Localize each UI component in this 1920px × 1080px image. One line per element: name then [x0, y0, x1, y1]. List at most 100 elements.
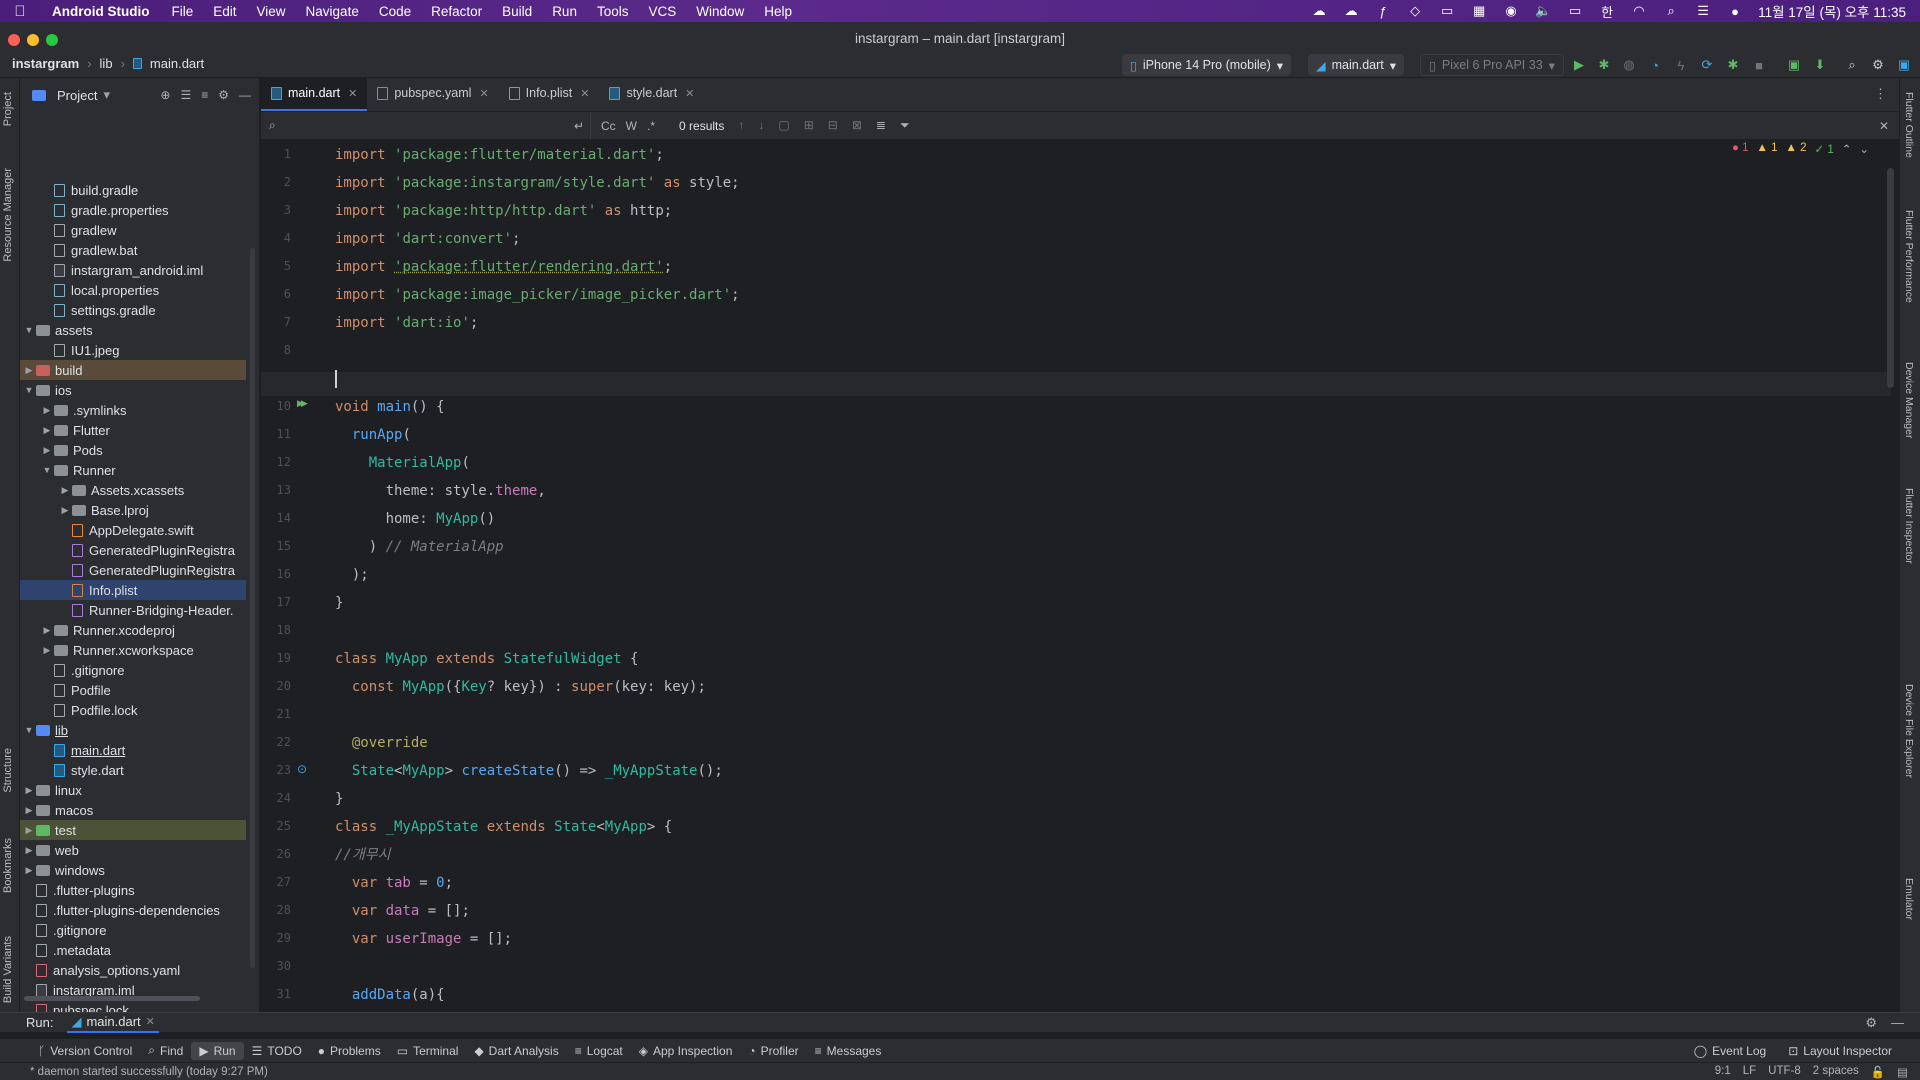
app-menu[interactable]: Android Studio	[40, 4, 161, 19]
tool-window-project[interactable]: Project	[2, 92, 14, 126]
apple-icon[interactable]: 	[0, 3, 40, 20]
debug-icon[interactable]: ✱	[1595, 56, 1613, 74]
editor-tab[interactable]: style.dart ✕	[599, 77, 704, 111]
menu-help[interactable]: Help	[754, 4, 802, 19]
tool-window-device-file-explorer[interactable]: Device File Explorer	[1903, 684, 1915, 778]
tree-item[interactable]: instargram_android.iml	[20, 260, 246, 280]
code-line[interactable]: var userImage = [];	[335, 928, 512, 950]
tree-item[interactable]: ▼ lib	[20, 720, 246, 740]
window-icon[interactable]: ▭	[1438, 3, 1456, 18]
tree-vertical-scrollbar[interactable]	[250, 248, 255, 968]
tool-logcat[interactable]: ≡ Logcat	[567, 1042, 631, 1060]
breadcrumb-folder[interactable]: lib	[100, 56, 113, 71]
coverage-icon[interactable]: ◍	[1620, 56, 1638, 74]
code-line[interactable]: class _MyAppState extends State<MyApp> {	[335, 816, 672, 838]
tool-window-flutter-outline[interactable]: Flutter Outline	[1903, 92, 1915, 158]
remove-occurrence-icon[interactable]: ⊟	[828, 118, 838, 133]
tree-item[interactable]: ▶ build	[20, 360, 246, 380]
code-line[interactable]: var tab = 0;	[335, 872, 453, 894]
more-tabs-icon[interactable]: ⋮	[1874, 86, 1899, 111]
tree-item[interactable]: AppDelegate.swift	[20, 520, 246, 540]
search-icon[interactable]: ⌕	[1662, 3, 1680, 18]
menu-run[interactable]: Run	[542, 4, 587, 19]
gear-icon[interactable]: ⚙	[1865, 1015, 1877, 1031]
tree-item[interactable]: style.dart	[20, 760, 246, 780]
settings-icon[interactable]: ⚙	[1869, 56, 1887, 74]
tool-terminal[interactable]: ▭ Terminal	[389, 1042, 467, 1060]
breadcrumb-file[interactable]: main.dart	[150, 56, 204, 71]
account-icon[interactable]: ▣	[1895, 56, 1913, 74]
tool-dart-analysis[interactable]: ◆ Dart Analysis	[466, 1042, 566, 1060]
lock-icon[interactable]: 🔓	[1871, 1065, 1885, 1079]
device-manager-icon[interactable]: ▣	[1785, 56, 1803, 74]
chevron-up-icon[interactable]: ⌃	[1842, 142, 1852, 156]
close-tab-icon[interactable]: ✕	[580, 87, 589, 100]
chevron-right-icon[interactable]: ▶	[40, 425, 54, 436]
tree-item[interactable]: .metadata	[20, 940, 246, 960]
tree-item[interactable]: ▶ linux	[20, 780, 246, 800]
run-icon[interactable]: ▶	[1570, 56, 1588, 74]
tree-item[interactable]: ▶ .symlinks	[20, 400, 246, 420]
line-separator[interactable]: LF	[1743, 1065, 1756, 1079]
tree-item[interactable]: pubspec.lock	[20, 1000, 246, 1012]
add-occurrence-icon[interactable]: ⊞	[804, 118, 814, 133]
tree-item[interactable]: gradlew.bat	[20, 240, 246, 260]
profile-icon[interactable]: ◔	[1646, 56, 1664, 74]
tree-item[interactable]: IU1.jpeg	[20, 340, 246, 360]
cloud-icon[interactable]: ☁	[1342, 3, 1360, 18]
tool-find[interactable]: ⌕ Find	[140, 1041, 191, 1060]
chevron-right-icon[interactable]: ▶	[40, 625, 54, 636]
code-line[interactable]: }	[335, 788, 343, 810]
chevron-right-icon[interactable]: ▶	[40, 445, 54, 456]
tree-item[interactable]: ▼ Runner	[20, 460, 246, 480]
code-line[interactable]: runApp(	[335, 424, 411, 446]
input-source-icon[interactable]: 한	[1598, 4, 1616, 20]
tree-item[interactable]: gradlew	[20, 220, 246, 240]
menu-build[interactable]: Build	[492, 4, 542, 19]
close-find-icon[interactable]: ✕	[1879, 119, 1899, 133]
code-line[interactable]: import 'package:flutter/material.dart';	[335, 144, 672, 166]
chevron-down-icon[interactable]: ▼	[22, 385, 36, 395]
new-line-icon[interactable]: ↵	[574, 119, 590, 133]
run-gutter-icon[interactable]: ▶▶	[297, 398, 308, 409]
tree-item[interactable]: Podfile.lock	[20, 700, 246, 720]
chevron-right-icon[interactable]: ▶	[22, 845, 36, 856]
tree-item[interactable]: ▶ Assets.xcassets	[20, 480, 246, 500]
menu-code[interactable]: Code	[369, 4, 421, 19]
tool-version-control[interactable]: ᚴ Version Control	[30, 1042, 140, 1060]
notifications-icon[interactable]: ▤	[1897, 1065, 1908, 1079]
tree-item[interactable]: local.properties	[20, 280, 246, 300]
tree-item[interactable]: ▶ Base.lproj	[20, 500, 246, 520]
tree-item[interactable]: ▼ assets	[20, 320, 246, 340]
chevron-right-icon[interactable]: ▶	[58, 485, 72, 496]
tree-item[interactable]: ▶ test	[20, 820, 246, 840]
editor-tab[interactable]: pubspec.yaml ✕	[367, 77, 498, 111]
chevron-right-icon[interactable]: ▶	[40, 645, 54, 656]
attach-debugger-icon[interactable]: ✱	[1724, 56, 1742, 74]
chevron-down-icon[interactable]: ▼	[40, 465, 54, 475]
menu-view[interactable]: View	[247, 4, 296, 19]
caret-position[interactable]: 9:1	[1715, 1065, 1731, 1079]
status-message[interactable]: * daemon started successfully (today 9:2…	[30, 1066, 268, 1078]
chevron-right-icon[interactable]: ▶	[22, 825, 36, 836]
tree-item[interactable]: ▶ web	[20, 840, 246, 860]
tool-window-build-variants[interactable]: Build Variants	[2, 936, 14, 1003]
menu-file[interactable]: File	[161, 4, 203, 19]
regex-toggle[interactable]: .*	[647, 119, 655, 133]
close-icon[interactable]: ✕	[146, 1015, 155, 1028]
tool-layout-inspector[interactable]: ⊡ Layout Inspector	[1780, 1042, 1900, 1060]
code-content[interactable]: import 'package:flutter/material.dart'; …	[261, 140, 1899, 1012]
tree-item[interactable]: ▶ Pods	[20, 440, 246, 460]
tree-item[interactable]: main.dart	[20, 740, 246, 760]
menubar-clock[interactable]: 11월 17일 (목) 오후 11:35	[1758, 1, 1906, 21]
tree-scrollbar[interactable]	[24, 996, 200, 1001]
find-input[interactable]: ⌕ ↵	[261, 111, 591, 140]
code-line[interactable]: home: MyApp()	[335, 508, 496, 530]
tree-item[interactable]: Info.plist	[20, 580, 246, 600]
tree-item[interactable]: .flutter-plugins	[20, 880, 246, 900]
close-tab-icon[interactable]: ✕	[685, 87, 694, 100]
code-line[interactable]: ) // MaterialApp	[335, 536, 504, 558]
chevron-down-icon[interactable]: ▼	[22, 325, 36, 335]
tree-item[interactable]: ▶ macos	[20, 800, 246, 820]
override-gutter-icon[interactable]: ⊙	[297, 762, 307, 776]
